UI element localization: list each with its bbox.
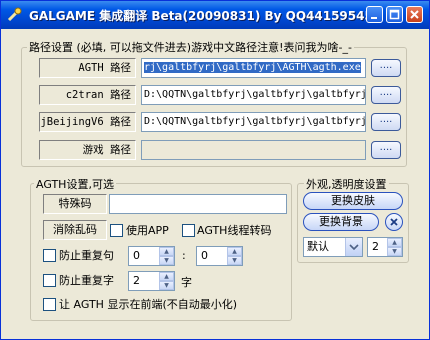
c2tran-path-input[interactable]: D:\QQTN\galtbfyrj\galtbfyrj\galtbfyrj bbox=[141, 85, 366, 105]
chevron-down-icon[interactable] bbox=[345, 238, 362, 256]
prevent-repeat-sentence-label: 防止重复句 bbox=[59, 249, 114, 262]
spin-up-icon[interactable]: ▲ bbox=[159, 272, 174, 281]
agth-browse-button[interactable]: .... bbox=[371, 59, 401, 77]
agth-path-label: AGTH 路径 bbox=[39, 58, 136, 78]
game-path-input[interactable] bbox=[141, 140, 366, 160]
skin-select-value: 默认 bbox=[307, 240, 329, 253]
repeat-sentence-spinner-a[interactable]: 0 ▲ ▼ bbox=[128, 246, 175, 266]
char-unit-label: 字 bbox=[181, 276, 192, 289]
change-skin-button[interactable]: 更换皮肤 bbox=[303, 192, 403, 210]
c2tran-path-label: c2tran 路径 bbox=[39, 85, 136, 105]
close-button[interactable] bbox=[406, 6, 423, 23]
colon-separator: : bbox=[182, 249, 186, 262]
agth-thread-label: AGTH线程转码 bbox=[197, 224, 272, 237]
game-path-label: 游戏 路径 bbox=[39, 140, 136, 160]
spin-down-icon[interactable]: ▼ bbox=[227, 256, 242, 265]
spin-up-icon[interactable]: ▲ bbox=[387, 238, 402, 247]
jbeijing-path-label: jBeijingV6 路径 bbox=[39, 112, 136, 132]
clear-garble-button[interactable]: 消除乱码 bbox=[43, 220, 107, 240]
game-browse-button[interactable]: .... bbox=[371, 141, 401, 159]
repeat-char-spinner[interactable]: 2 ▲ ▼ bbox=[128, 271, 175, 291]
spin-down-icon[interactable]: ▼ bbox=[159, 281, 174, 290]
agth-path-input[interactable]: rj\galtbfyrj\galtbfyrj\AGTH\agth.exe bbox=[141, 58, 366, 78]
agth-thread-checkbox[interactable] bbox=[182, 224, 195, 237]
minimize-icon bbox=[371, 17, 377, 19]
window-title: GALGAME 集成翻译 Beta(20090831) By QQ4415954… bbox=[29, 9, 382, 23]
skin-select[interactable]: 默认 bbox=[303, 237, 363, 257]
minimize-button[interactable] bbox=[366, 6, 383, 23]
repeat-char-value: 2 bbox=[133, 274, 140, 287]
repeat-sentence-spinner-b[interactable]: 0 ▲ ▼ bbox=[196, 246, 243, 266]
appearance-legend: 外观,透明度设置 bbox=[304, 176, 389, 192]
repeat-sentence-value-b: 0 bbox=[201, 249, 208, 262]
maximize-button[interactable] bbox=[386, 6, 403, 23]
main-window: GALGAME 集成翻译 Beta(20090831) By QQ4415954… bbox=[0, 0, 430, 340]
agth-settings-legend: AGTH设置,可选 bbox=[34, 176, 116, 192]
spin-up-icon[interactable]: ▲ bbox=[159, 247, 174, 256]
special-code-label: 特殊码 bbox=[43, 194, 107, 214]
wrench-icon bbox=[7, 7, 23, 23]
jbeijing-browse-button[interactable]: .... bbox=[371, 113, 401, 131]
prevent-repeat-char-label: 防止重复字 bbox=[59, 274, 114, 287]
spin-down-icon[interactable]: ▼ bbox=[159, 256, 174, 265]
prevent-repeat-sentence-checkbox[interactable] bbox=[43, 249, 56, 262]
spin-up-icon[interactable]: ▲ bbox=[227, 247, 242, 256]
agth-front-checkbox[interactable] bbox=[43, 298, 56, 311]
prevent-repeat-char-checkbox[interactable] bbox=[43, 274, 56, 287]
paths-group-legend: 路径设置 (必填, 可以拖文件进去)游戏中文路径注意!表问我为啥-_- bbox=[27, 39, 354, 55]
maximize-icon bbox=[389, 9, 400, 20]
c2tran-browse-button[interactable]: .... bbox=[371, 86, 401, 104]
opacity-spinner[interactable]: 2 ▲ ▼ bbox=[367, 237, 403, 257]
title-bar[interactable]: GALGAME 集成翻译 Beta(20090831) By QQ4415954… bbox=[1, 1, 429, 29]
change-bg-button[interactable]: 更换背景 bbox=[303, 213, 379, 231]
opacity-value: 2 bbox=[372, 240, 379, 253]
spin-down-icon[interactable]: ▼ bbox=[387, 247, 402, 256]
reset-bg-button[interactable] bbox=[385, 213, 403, 231]
repeat-sentence-value-a: 0 bbox=[133, 249, 140, 262]
close-icon bbox=[410, 10, 419, 19]
agth-front-label: 让 AGTH 显示在前端(不自动最小化) bbox=[59, 298, 238, 311]
use-app-label: 使用APP bbox=[126, 224, 169, 237]
close-x-icon bbox=[390, 218, 398, 226]
special-code-input[interactable] bbox=[109, 194, 287, 214]
jbeijing-path-input[interactable]: D:\QQTN\galtbfyrj\galtbfyrj\galtbfyrj bbox=[141, 112, 366, 132]
use-app-checkbox[interactable] bbox=[110, 224, 123, 237]
